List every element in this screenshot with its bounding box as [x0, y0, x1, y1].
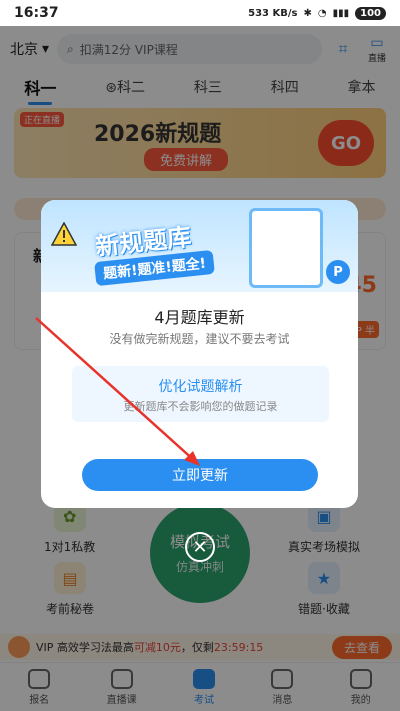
- network-speed: 533 KB/s: [248, 7, 298, 19]
- status-time: 16:37: [14, 5, 59, 21]
- clipboard-icon: [249, 208, 323, 288]
- dialog-subtitle: 没有做完新规题，建议不要去考试: [109, 332, 290, 346]
- dialog-header: 新规题库 题新!题准!题全! P: [41, 200, 358, 292]
- p-badge-icon: P: [326, 260, 350, 284]
- update-dialog: 新规题库 题新!题准!题全! P 4月题库更新 没有做完新规题，建议不要去考试 …: [41, 200, 358, 508]
- bluetooth-icon: ✱: [303, 7, 312, 19]
- close-icon[interactable]: ✕: [185, 532, 215, 562]
- wifi-icon: ◔: [317, 7, 327, 19]
- feature-subtitle: 更新题库不会影响您的做题记录: [123, 400, 278, 413]
- status-bar: 16:37 533 KB/s ✱ ◔ ▮▮▮ 100: [0, 0, 400, 26]
- feature-box: 优化试题解析 更新题库不会影响您的做题记录: [72, 366, 329, 422]
- status-icons: 533 KB/s ✱ ◔ ▮▮▮ 100: [248, 6, 386, 20]
- update-now-button[interactable]: 立即更新: [82, 459, 318, 491]
- dialog-title: 4月题库更新: [154, 308, 245, 327]
- warning-icon: [51, 222, 77, 246]
- signal-icon: ▮▮▮: [332, 7, 350, 19]
- battery-icon: 100: [355, 6, 386, 20]
- feature-title: 优化试题解析: [158, 379, 243, 395]
